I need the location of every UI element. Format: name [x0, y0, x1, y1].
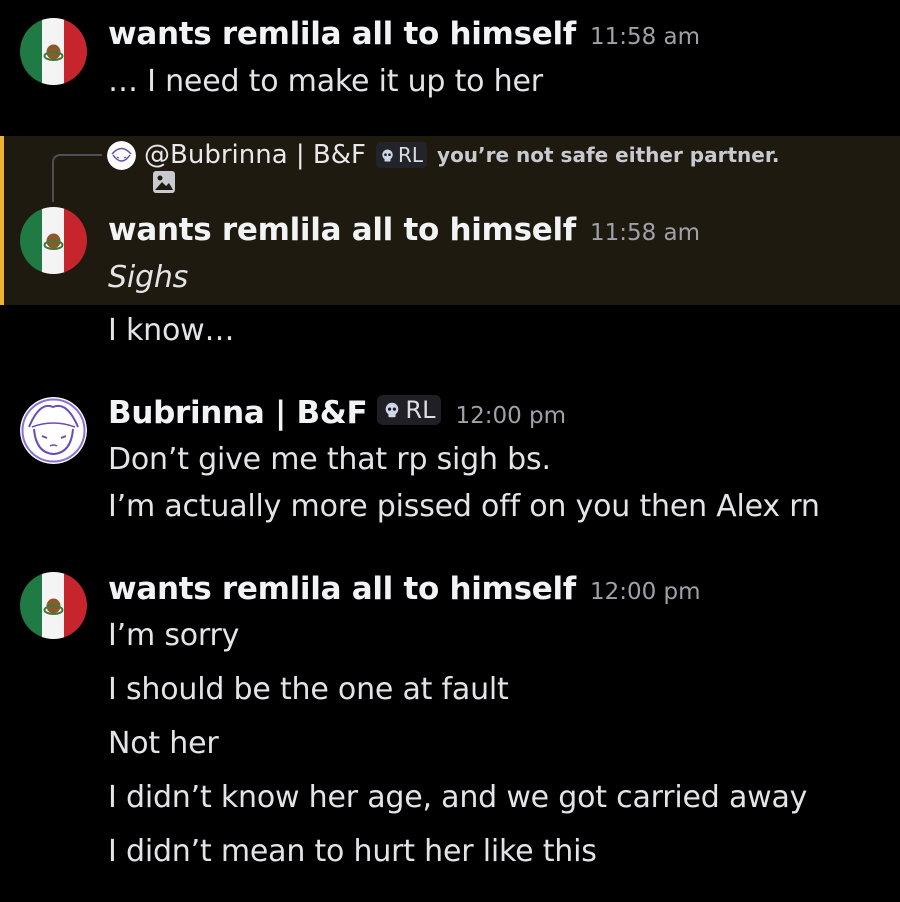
username[interactable]: wants remlila all to himself [108, 571, 576, 607]
reply-text: you’re not safe either partner. [437, 143, 780, 167]
timestamp: 12:00 pm [455, 403, 567, 429]
image-icon[interactable] [152, 170, 176, 194]
role-label: RL [405, 396, 436, 424]
message-text: … I need to make it up to her [108, 64, 543, 99]
username[interactable]: wants remlila all to himself [108, 212, 576, 248]
message-text: I didn’t mean to hurt her like this [108, 834, 597, 869]
message-text: Not her [108, 726, 219, 761]
reply-spine [52, 154, 102, 202]
message-text: Don’t give me that rp sigh bs. [108, 442, 551, 477]
message-text: I’m actually more pissed off on you then… [108, 489, 820, 524]
timestamp: 11:58 am [589, 220, 701, 246]
mexico-flag-icon[interactable] [20, 572, 87, 639]
message-text: I didn’t know her age, and we got carrie… [108, 780, 808, 815]
reply-preview[interactable]: @Bubrinna | B&F RL you’re not safe eithe… [107, 140, 779, 170]
message-text: I should be the one at fault [108, 672, 509, 707]
mexico-flag-icon[interactable] [20, 207, 87, 274]
message-text: Sighs [108, 260, 189, 295]
role-badge: RL [375, 142, 428, 168]
message-text: I’m sorry [108, 618, 240, 653]
girl-doodle-avatar-icon[interactable] [20, 397, 87, 464]
timestamp: 11:58 am [589, 24, 701, 50]
timestamp: 12:00 pm [589, 579, 701, 605]
username[interactable]: Bubrinna | B&F [108, 395, 368, 431]
reply-author[interactable]: @Bubrinna | B&F [144, 140, 366, 170]
role-label: RL [397, 143, 424, 167]
message-text: I know… [108, 313, 235, 348]
username[interactable]: wants remlila all to himself [108, 16, 576, 52]
girl-doodle-avatar-icon [107, 140, 136, 170]
mexico-flag-icon[interactable] [20, 18, 87, 85]
role-badge: RL [377, 395, 442, 425]
skull-icon [382, 149, 393, 161]
skull-icon [386, 402, 399, 418]
